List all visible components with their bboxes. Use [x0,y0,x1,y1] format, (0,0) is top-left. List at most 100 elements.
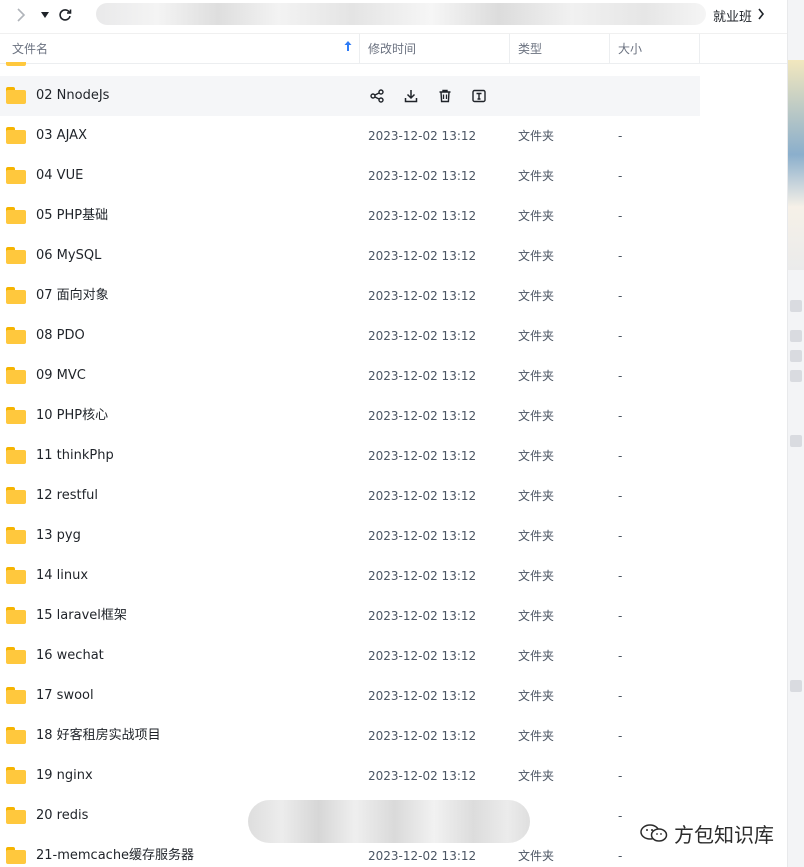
table-row[interactable]: 08 PDO 2023-12-02 13:12 文件夹 - [0,316,700,356]
modified-time: 2023-12-02 13:12 [368,209,477,223]
adjacent-text-fragment [790,370,802,382]
file-type: 文件夹 [518,369,555,383]
file-size: - [618,569,623,583]
file-size: - [618,689,623,703]
folder-icon [6,87,26,104]
file-type: 文件夹 [518,769,555,783]
file-name[interactable]: 13 pyg [36,516,81,556]
file-name[interactable]: 10 PHP核心 [36,396,108,436]
file-name[interactable]: 18 好客租房实战项目 [36,716,161,756]
table-row[interactable]: 04 VUE 2023-12-02 13:12 文件夹 - [0,156,700,196]
file-name[interactable]: 07 面向对象 [36,276,109,316]
modified-time: 2023-12-02 13:12 [368,449,477,463]
folder-icon [6,727,26,744]
table-row[interactable]: 11 thinkPhp 2023-12-02 13:12 文件夹 - [0,436,700,476]
adjacent-text-fragment [790,330,802,342]
rename-icon[interactable] [470,88,488,104]
download-icon[interactable] [402,88,420,104]
modified-time: 2023-12-02 13:12 [368,329,477,343]
file-type: 文件夹 [518,609,555,623]
table-row[interactable]: 10 PHP核心 2023-12-02 13:12 文件夹 - [0,396,700,436]
folder-icon [6,127,26,144]
file-name[interactable]: 03 AJAX [36,116,87,156]
file-name[interactable]: 19 nginx [36,756,93,796]
file-name[interactable]: 09 MVC [36,356,86,396]
file-name[interactable]: 05 PHP基础 [36,196,108,236]
folder-icon [6,407,26,424]
modified-time: 2023-12-02 13:12 [368,769,477,783]
file-type: 文件夹 [518,489,555,503]
column-header-size[interactable]: 大小 [609,34,698,63]
table-row[interactable]: 17 swool 2023-12-02 13:12 文件夹 - [0,676,700,716]
table-row[interactable]: 15 laravel框架 2023-12-02 13:12 文件夹 - [0,596,700,636]
folder-icon [6,767,26,784]
modified-time: 2023-12-02 13:12 [368,529,477,543]
file-name[interactable]: 12 restful [36,476,98,516]
row-actions [368,88,488,104]
adjacent-text-fragment [790,350,802,362]
file-name[interactable]: 02 NnodeJs [36,76,109,116]
table-row[interactable]: 14 linux 2023-12-02 13:12 文件夹 - [0,556,700,596]
file-name[interactable]: 06 MySQL [36,236,101,276]
table-row[interactable]: 16 wechat 2023-12-02 13:12 文件夹 - [0,636,700,676]
adjacent-panel-edge [787,0,804,867]
file-size: - [618,249,623,263]
file-name[interactable]: 14 linux [36,556,88,596]
file-name[interactable]: 15 laravel框架 [36,596,127,636]
file-size: - [618,409,623,423]
table-row[interactable]: 09 MVC 2023-12-02 13:12 文件夹 - [0,356,700,396]
folder-icon [6,607,26,624]
file-type: 文件夹 [518,529,555,543]
column-header-name[interactable]: 文件名 [12,34,352,63]
table-row[interactable]: 12 restful 2023-12-02 13:12 文件夹 - [0,476,700,516]
adjacent-text-fragment [790,680,802,692]
table-row[interactable]: 18 好客租房实战项目 2023-12-02 13:12 文件夹 - [0,716,700,756]
folder-icon [6,287,26,304]
file-type: 文件夹 [518,329,555,343]
column-header-modified[interactable]: 修改时间 [359,34,508,63]
folder-icon [6,567,26,584]
file-name[interactable]: 17 swool [36,676,94,716]
share-icon[interactable] [368,88,386,104]
folder-icon [6,647,26,664]
file-type: 文件夹 [518,729,555,743]
folder-icon [6,367,26,384]
file-name[interactable]: 20 redis [36,796,88,836]
file-size: - [618,489,623,503]
history-dropdown-icon[interactable] [36,6,54,24]
blurred-overlay [248,800,530,843]
breadcrumb-current[interactable]: 就业班 [713,6,752,25]
modified-time: 2023-12-02 13:12 [368,609,477,623]
file-name[interactable]: 08 PDO [36,316,85,356]
column-header-type[interactable]: 类型 [509,34,608,63]
modified-time: 2023-12-02 13:12 [368,129,477,143]
refresh-icon[interactable] [56,6,74,24]
folder-icon [6,167,26,184]
file-name[interactable]: 11 thinkPhp [36,436,114,476]
column-header-spacer [699,34,787,63]
table-row[interactable]: 06 MySQL 2023-12-02 13:12 文件夹 - [0,236,700,276]
folder-icon [6,847,26,864]
folder-icon [6,447,26,464]
file-name[interactable]: 04 VUE [36,156,83,196]
table-row[interactable]: 19 nginx 2023-12-02 13:12 文件夹 - [0,756,700,796]
modified-time: 2023-12-02 13:12 [368,409,477,423]
file-list-panel: 就业班 文件名 修改时间 类型 大小 02 NnodeJs 03 AJAX 20… [0,0,787,867]
forward-chevron-icon[interactable] [12,6,30,24]
file-name[interactable]: 21-memcache缓存服务器 [36,836,194,867]
table-row[interactable]: 05 PHP基础 2023-12-02 13:12 文件夹 - [0,196,700,236]
adjacent-banner-image [788,60,804,270]
table-row[interactable]: 07 面向对象 2023-12-02 13:12 文件夹 - [0,276,700,316]
folder-icon [6,207,26,224]
table-row[interactable]: 03 AJAX 2023-12-02 13:12 文件夹 - [0,116,700,156]
file-size: - [618,649,623,663]
breadcrumb-chevron-icon [757,5,765,24]
modified-time: 2023-12-02 13:12 [368,249,477,263]
delete-icon[interactable] [436,88,454,104]
file-name[interactable]: 16 wechat [36,636,104,676]
file-type: 文件夹 [518,409,555,423]
table-row[interactable]: 13 pyg 2023-12-02 13:12 文件夹 - [0,516,700,556]
sort-ascending-icon[interactable] [344,40,352,55]
table-row[interactable]: 02 NnodeJs [0,76,700,116]
modified-time: 2023-12-02 13:12 [368,689,477,703]
